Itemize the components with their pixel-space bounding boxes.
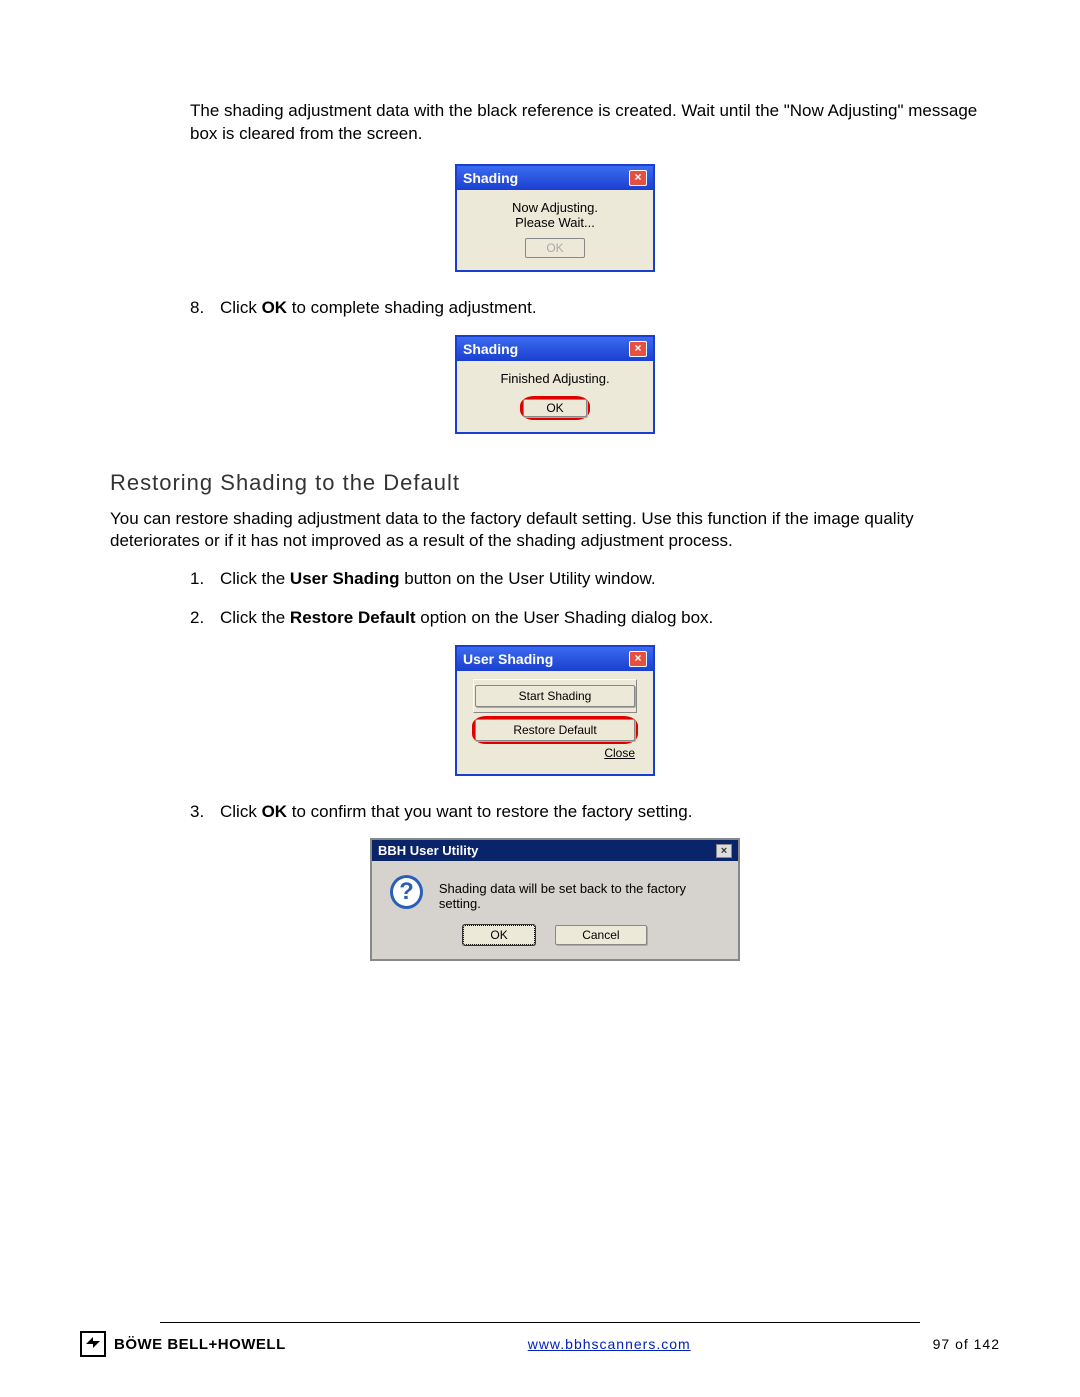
step-number: 3. [190, 800, 210, 825]
page-number: 97 of 142 [933, 1336, 1000, 1352]
page-footer: BÖWE BELL+HOWELL www.bbhscanners.com 97 … [80, 1322, 1000, 1357]
ok-button[interactable]: OK [463, 925, 534, 945]
section-intro: You can restore shading adjustment data … [110, 508, 1000, 554]
close-icon[interactable]: × [629, 170, 647, 186]
dialog-title: Shading [463, 170, 518, 186]
section-heading: Restoring Shading to the Default [110, 470, 1000, 496]
close-link[interactable]: Close [604, 746, 635, 760]
dialog-message: Shading data will be set back to the fac… [439, 875, 720, 911]
step-number: 8. [190, 296, 210, 321]
step-2: 2. Click the Restore Default option on t… [190, 606, 1000, 631]
question-icon: ? [390, 875, 423, 909]
close-icon[interactable]: × [716, 844, 732, 858]
dialog-title: BBH User Utility [378, 843, 478, 858]
ok-button: OK [525, 238, 584, 258]
shading-now-adjusting-dialog: Shading × Now Adjusting. Please Wait... … [455, 164, 655, 272]
step-text-prefix: Click [220, 802, 262, 821]
brand-logo: BÖWE BELL+HOWELL [80, 1331, 286, 1357]
cancel-button[interactable]: Cancel [555, 925, 646, 945]
restore-default-button[interactable]: Restore Default [475, 719, 635, 741]
shading-finished-dialog: Shading × Finished Adjusting. OK [455, 335, 655, 434]
footer-url[interactable]: www.bbhscanners.com [528, 1336, 691, 1352]
step-text-suffix: to complete shading adjustment. [287, 298, 536, 317]
user-shading-dialog: User Shading × Start Shading Restore Def… [455, 645, 655, 776]
step-1: 1. Click the User Shading button on the … [190, 567, 1000, 592]
dialog-message-line2: Please Wait... [471, 215, 639, 230]
dialog-message: Finished Adjusting. [471, 371, 639, 386]
step-text-prefix: Click the [220, 608, 290, 627]
dialog-title: Shading [463, 341, 518, 357]
step-text-bold: OK [262, 298, 288, 317]
step-text-prefix: Click [220, 298, 262, 317]
confirm-dialog: BBH User Utility × ? Shading data will b… [370, 838, 740, 961]
step-text-bold: User Shading [290, 569, 400, 588]
highlight-ring: Restore Default [472, 716, 638, 744]
logo-icon [80, 1331, 106, 1357]
start-shading-button[interactable]: Start Shading [475, 685, 635, 707]
step-number: 2. [190, 606, 210, 631]
close-icon[interactable]: × [629, 651, 647, 667]
step-text-bold: Restore Default [290, 608, 416, 627]
step-text-suffix: button on the User Utility window. [400, 569, 656, 588]
step-text-prefix: Click the [220, 569, 290, 588]
ok-button[interactable]: OK [523, 399, 586, 417]
intro-paragraph: The shading adjustment data with the bla… [110, 100, 1000, 146]
step-8: 8. Click OK to complete shading adjustme… [190, 296, 1000, 321]
step-text-suffix: option on the User Shading dialog box. [416, 608, 714, 627]
step-text-suffix: to confirm that you want to restore the … [287, 802, 692, 821]
step-number: 1. [190, 567, 210, 592]
dialog-title: User Shading [463, 651, 553, 667]
step-text-bold: OK [262, 802, 288, 821]
step-3: 3. Click OK to confirm that you want to … [190, 800, 1000, 825]
dialog-message-line1: Now Adjusting. [471, 200, 639, 215]
close-icon[interactable]: × [629, 341, 647, 357]
highlight-ring: OK [520, 396, 589, 420]
brand-text: BÖWE BELL+HOWELL [114, 1336, 286, 1353]
